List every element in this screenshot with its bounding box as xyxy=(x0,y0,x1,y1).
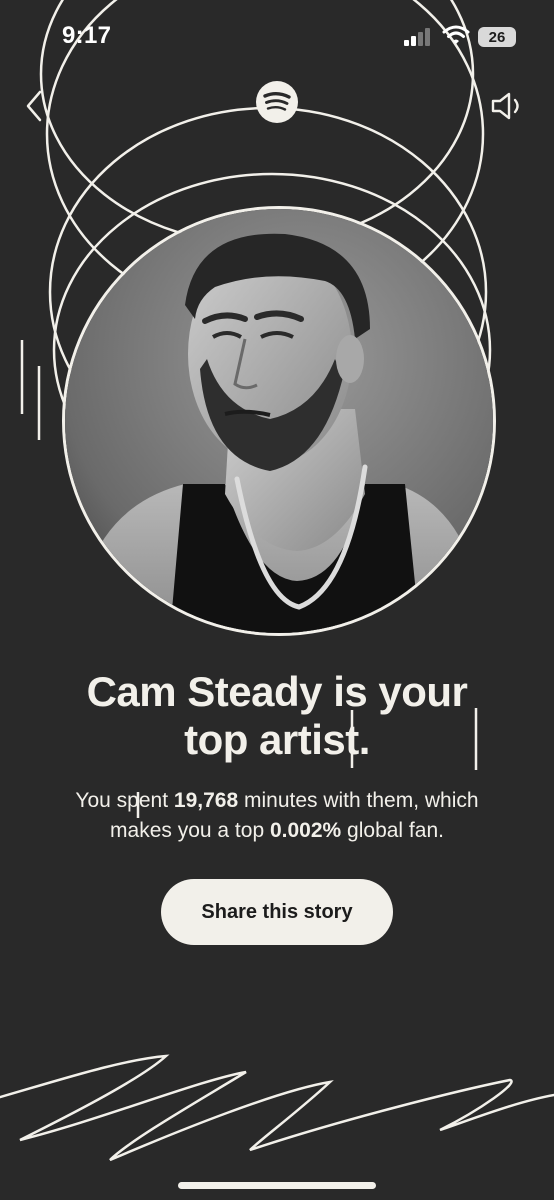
stats-prefix: You spent xyxy=(75,789,169,812)
share-story-button[interactable]: Share this story xyxy=(161,879,393,945)
stats-suffix: global fan. xyxy=(347,819,444,842)
decorative-squiggle xyxy=(0,1054,554,1162)
stats-middle: minutes with them, which xyxy=(243,789,479,812)
status-time: 9:17 xyxy=(62,22,112,49)
wifi-icon xyxy=(442,25,470,44)
percentile-value: 0.002% xyxy=(269,819,342,842)
minutes-value: 19,768 xyxy=(173,789,239,812)
chevron-left-icon xyxy=(26,90,42,122)
artist-name: Cam Steady xyxy=(86,668,323,715)
headline-line-1: Cam Steady is your xyxy=(0,668,554,716)
spotify-logo-icon xyxy=(256,81,298,123)
artist-photo xyxy=(62,206,496,636)
sound-toggle-button[interactable] xyxy=(486,84,530,128)
story-screen: 9:17 26 Cam Steady is your top artist. Y… xyxy=(0,0,554,1200)
speaker-icon xyxy=(491,92,519,120)
artist-portrait-image xyxy=(65,209,493,633)
home-indicator[interactable] xyxy=(178,1182,376,1189)
headline: Cam Steady is your top artist. xyxy=(0,668,554,764)
back-button[interactable] xyxy=(14,84,54,128)
battery-level: 26 xyxy=(488,28,506,46)
headline-line-1-suffix: is your xyxy=(333,668,468,715)
headline-line-2: top artist. xyxy=(184,716,370,763)
listening-stats: You spent 19,768 minutes with them, whic… xyxy=(0,786,554,846)
stats-line-2: makes you a top 0.002% global fan. xyxy=(0,816,554,846)
stats-line-2-prefix: makes you a top xyxy=(110,819,265,842)
battery-icon: 26 xyxy=(478,27,516,47)
cellular-signal-icon xyxy=(404,28,430,46)
stats-line-1: You spent 19,768 minutes with them, whic… xyxy=(0,786,554,816)
